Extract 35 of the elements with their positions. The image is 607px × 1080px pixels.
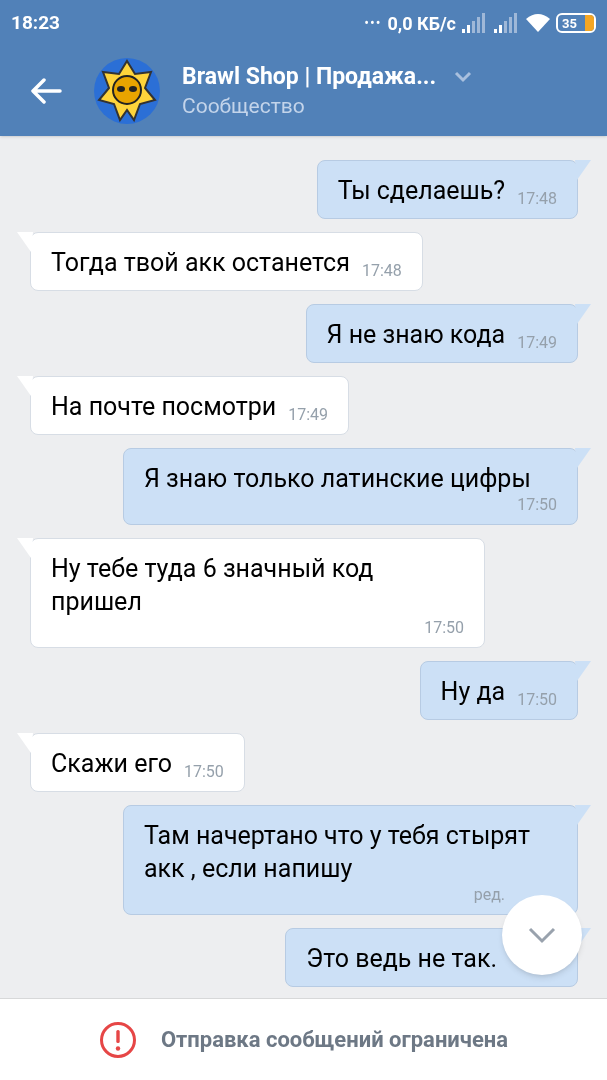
message-text: Скажи его xyxy=(51,748,172,780)
restriction-notice: Отправка сообщений ограничена xyxy=(160,1026,509,1054)
chat-title[interactable]: Brawl Shop | Продажа... xyxy=(182,62,437,92)
message-text: Тогда твой акк останется xyxy=(51,247,350,279)
message-text: Ну да xyxy=(440,676,506,708)
message-time: 17:50 xyxy=(424,618,464,638)
message-text: Я знаю только латинские цифры xyxy=(144,463,531,495)
network-speed: 0,0 КБ/с xyxy=(387,11,456,36)
notification-dots: ••• xyxy=(364,13,382,33)
exclamation-icon xyxy=(98,1020,137,1059)
message-time: 17:50 xyxy=(517,495,557,515)
message-time: 17:49 xyxy=(288,405,329,425)
message-text: Ну тебе туда 6 значный код пришел xyxy=(51,553,375,618)
community-avatar[interactable] xyxy=(94,58,160,124)
message-time: 17:50 xyxy=(183,762,224,782)
back-arrow-icon[interactable] xyxy=(30,78,62,104)
wifi-icon xyxy=(526,13,550,33)
signal-icon xyxy=(494,13,520,33)
battery-fill xyxy=(585,15,594,31)
chevron-down-icon xyxy=(527,926,557,944)
message-time: 17:49 xyxy=(517,333,557,353)
chat-subtitle: Сообщество xyxy=(182,93,306,120)
message-time: 17:50 xyxy=(517,690,557,710)
signal-icon xyxy=(462,13,488,33)
message-text: Я не знаю кода xyxy=(326,319,506,351)
battery-level: 35 xyxy=(562,16,577,30)
message-text: На почте посмотри xyxy=(51,391,277,423)
message-time: 17:48 xyxy=(361,261,402,281)
message-text: Это ведь не так. xyxy=(306,943,497,975)
status-time: 18:23 xyxy=(11,9,60,36)
message-time: 17:48 xyxy=(517,189,557,209)
message-text: Ты сделаешь? xyxy=(337,175,506,207)
chevron-down-icon[interactable] xyxy=(454,71,473,83)
message-time: ред. xyxy=(473,885,505,905)
message-text: Там начертано что у тебя стырят акк , если напишу xyxy=(144,820,532,885)
